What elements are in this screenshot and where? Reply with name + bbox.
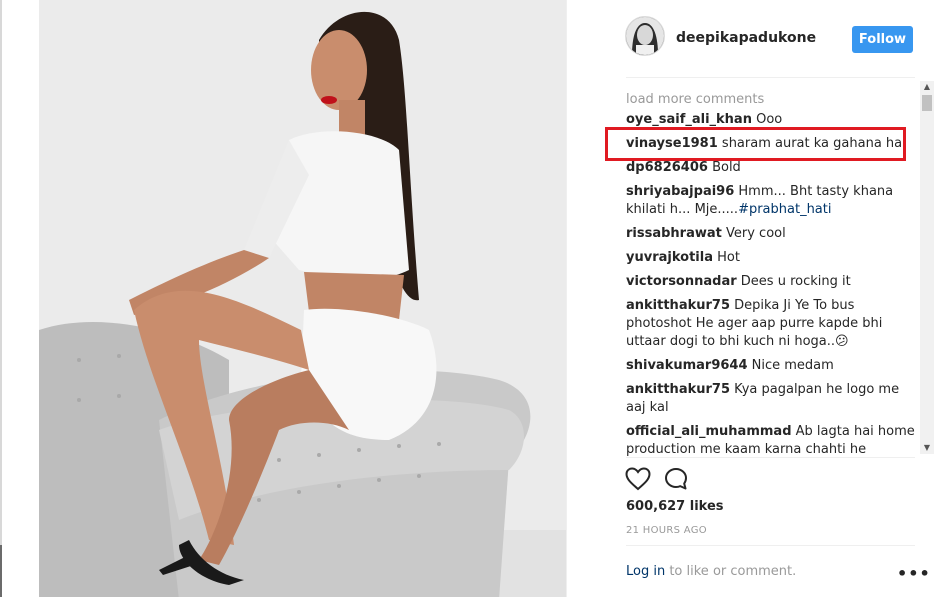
follow-button[interactable]: Follow	[852, 26, 913, 53]
load-more-comments-link[interactable]: load more comments	[626, 90, 916, 110]
comment-icon[interactable]	[663, 466, 689, 492]
comment-username[interactable]: shivakumar9644	[626, 358, 748, 373]
post-panel: deepikapadukone Follow load more comment…	[567, 0, 939, 597]
comment-text: Hot	[717, 250, 740, 265]
avatar[interactable]	[625, 16, 665, 56]
post-actions	[625, 466, 705, 492]
comment-username[interactable]: dp6826406	[626, 160, 708, 175]
scroll-up-arrow-icon[interactable]: ▲	[920, 81, 934, 93]
footer-divider	[626, 545, 915, 546]
comment-username[interactable]: oye_saif_ali_khan	[626, 112, 752, 127]
comment-item: shriyabajpai96 Hmm... Bht tasty khana kh…	[626, 183, 916, 219]
comment-text: Very cool	[726, 226, 786, 241]
comment-item: ankitthakur75 Depika Ji Ye To bus photos…	[626, 297, 916, 351]
post-timestamp[interactable]: 21 HOURS AGO	[626, 525, 707, 536]
comment-text: Dees u rocking it	[740, 274, 851, 289]
comment-text: Nice medam	[751, 358, 834, 373]
comment-username[interactable]: rissabhrawat	[626, 226, 722, 241]
login-prompt: Log in to like or comment.	[626, 564, 796, 579]
header-divider	[626, 77, 915, 78]
comments-divider	[626, 457, 915, 458]
comment-username[interactable]: victorsonnadar	[626, 274, 737, 289]
comment-hashtag-link[interactable]: #prabhat_hati	[738, 202, 831, 217]
post-username[interactable]: deepikapadukone	[676, 30, 816, 46]
post-photo[interactable]	[39, 0, 566, 597]
comment-username[interactable]: ankitthakur75	[626, 382, 730, 397]
likes-count[interactable]: 600,627 likes	[626, 499, 724, 514]
login-prompt-text: to like or comment.	[665, 564, 797, 579]
login-link[interactable]: Log in	[626, 564, 665, 579]
scrollbar-thumb[interactable]	[922, 95, 932, 111]
avatar-image	[626, 17, 664, 55]
photo-illustration	[39, 0, 566, 597]
comment-item: ankitthakur75 Kya pagalpan he logo me aa…	[626, 381, 916, 417]
comment-item: shivakumar9644 Nice medam	[626, 357, 916, 375]
highlight-annotation-box	[605, 127, 906, 161]
comments-scrollbar[interactable]: ▲ ▼	[920, 81, 934, 454]
comment-username[interactable]: shriyabajpai96	[626, 184, 734, 199]
comment-text: Bold	[712, 160, 741, 175]
comment-item: rissabhrawat Very cool	[626, 225, 916, 243]
left-edge	[0, 0, 2, 597]
comment-item: victorsonnadar Dees u rocking it	[626, 273, 916, 291]
comment-username[interactable]: ankitthakur75	[626, 298, 730, 313]
comment-item: dp6826406 Bold	[626, 159, 916, 177]
comment-item: yuvrajkotila Hot	[626, 249, 916, 267]
comment-username[interactable]: yuvrajkotila	[626, 250, 713, 265]
more-options-icon[interactable]: •••	[897, 564, 931, 583]
comment-username[interactable]: official_ali_muhammad	[626, 424, 792, 439]
comment-item: official_ali_muhammad Ab lagta hai home …	[626, 423, 916, 458]
scroll-down-arrow-icon[interactable]: ▼	[920, 442, 934, 454]
heart-icon[interactable]	[625, 466, 651, 492]
left-edge-dark	[0, 545, 2, 597]
post-header: deepikapadukone Follow	[625, 14, 915, 62]
comment-text: Ooo	[756, 112, 783, 127]
